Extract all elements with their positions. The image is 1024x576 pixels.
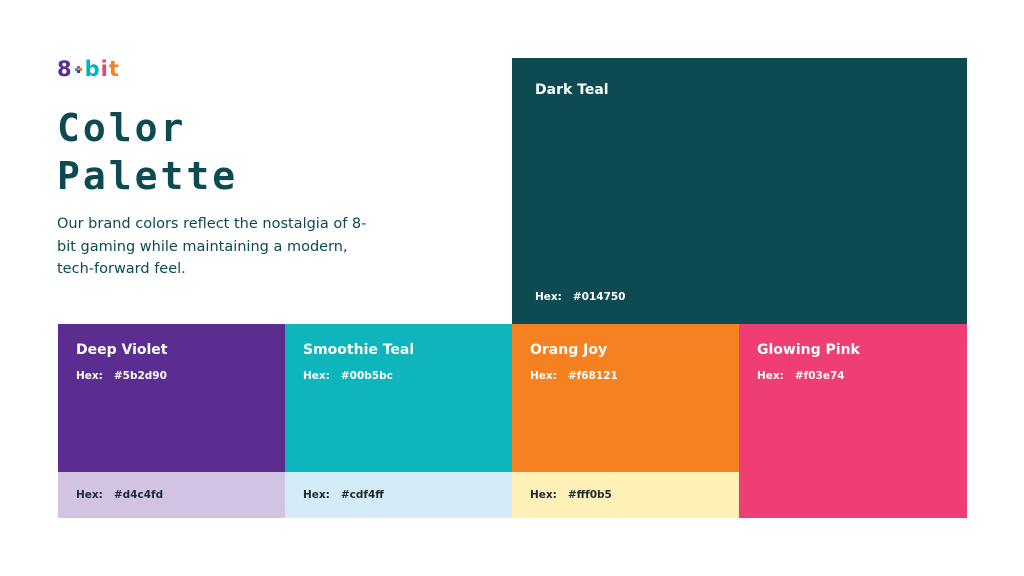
swatch-name: Glowing Pink [757,342,860,358]
swatch-hex: Hex: #00b5bc [303,370,393,382]
swatch-name: Orang Joy [530,342,608,358]
tint-hex: Hex: #d4c4fd [76,489,164,501]
swatch-hex: Hex: #5b2d90 [76,370,167,382]
title-line-2: Palette [57,154,239,198]
logo-i: i [100,57,109,81]
swatch-name: Smoothie Teal [303,342,415,358]
swatch-name: Dark Teal [535,82,609,98]
swatch-hex: Hex: #f03e74 [757,370,845,382]
palette-description: Our brand colors reflect the nostalgia o… [57,216,367,277]
swatch-smoothie-teal: Smoothie Teal Hex: #00b5bc [285,324,512,472]
tint-swatch-orange: Hex: #fff0b5 [512,472,739,518]
swatch-hex: Hex: #014750 [535,291,626,303]
logo-pixel-icon [74,65,82,73]
title-line-1: Color [57,106,187,150]
tint-hex: Hex: #fff0b5 [530,489,612,501]
tint-hex: Hex: #cdf4ff [303,489,384,501]
logo-t: t [108,57,120,81]
tint-swatch-teal: Hex: #cdf4ff [285,472,512,518]
swatch-orang-joy: Orang Joy Hex: #f68121 [512,324,739,472]
logo-b: b [84,57,101,81]
swatch-glowing-pink: Glowing Pink Hex: #f03e74 [739,324,967,518]
tint-swatch-violet: Hex: #d4c4fd [58,472,285,518]
page-title: Color Palette [57,104,238,200]
swatch-hex: Hex: #f68121 [530,370,618,382]
swatch-deep-violet: Deep Violet Hex: #5b2d90 [58,324,285,472]
swatch-name: Deep Violet [76,342,168,358]
logo-eight: 8 [57,57,73,81]
brand-logo: 8 b i t [57,57,120,81]
swatch-dark-teal: Dark Teal Hex: #014750 [512,58,967,324]
